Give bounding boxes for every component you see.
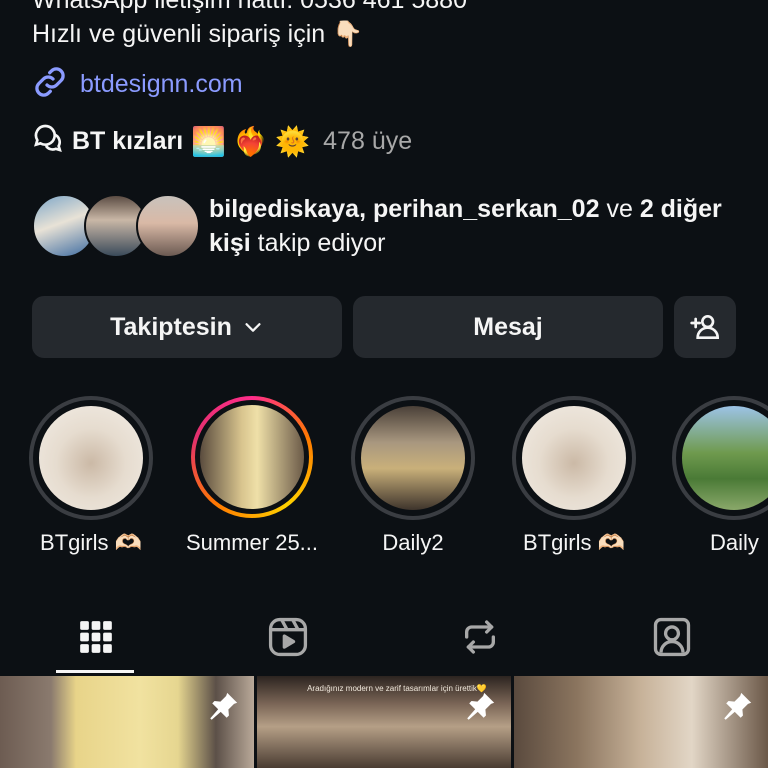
active-tab-indicator <box>56 670 134 673</box>
profile-tabs <box>0 600 768 674</box>
followed-by-text[interactable]: bilgediskaya, perihan_serkan_02 ve 2 diğ… <box>209 192 739 260</box>
highlight-label: BTgirls 🫶🏻 <box>40 530 142 555</box>
grid-icon <box>77 618 115 656</box>
sun-emoji: 🌞 <box>275 125 311 157</box>
channel-members: 478 üye <box>323 127 413 155</box>
grid-post[interactable] <box>0 676 254 768</box>
chevron-down-icon <box>242 316 264 338</box>
bio-whatsapp-line: WhatsApp iletişim hattı: 0536 461 5880 <box>32 0 467 14</box>
highlight-item[interactable]: BTgirls 🫶🏻 <box>28 396 154 555</box>
sunset-emoji: 🌅 <box>191 125 227 157</box>
add-person-button[interactable] <box>674 296 736 358</box>
highlight-cover <box>356 401 470 515</box>
grid-post[interactable]: Aradığınız modern ve zarif tasarımlar iç… <box>257 676 511 768</box>
tagged-person-icon <box>650 615 694 659</box>
mutual-followers-avatars[interactable] <box>32 194 200 258</box>
pin-icon <box>206 690 240 729</box>
highlight-cover <box>34 401 148 515</box>
highlight-item[interactable]: Summer 25... <box>186 396 318 555</box>
following-button[interactable]: Takiptesin <box>32 296 342 358</box>
highlight-cover <box>195 400 309 514</box>
highlight-label: Daily <box>710 530 759 555</box>
highlight-item[interactable]: BTgirls 🫶🏻 <box>511 396 637 555</box>
highlight-item[interactable]: Daily2 <box>350 396 476 555</box>
highlight-cover <box>517 401 631 515</box>
reels-icon <box>266 615 310 659</box>
tab-reels[interactable] <box>192 600 384 674</box>
pin-icon <box>463 690 497 729</box>
highlight-ring <box>191 396 313 518</box>
highlight-ring <box>672 396 768 520</box>
add-person-icon <box>689 311 721 343</box>
followed-users[interactable]: bilgediskaya, perihan_serkan_02 <box>209 195 600 223</box>
link-text[interactable]: btdesignn.com <box>80 70 243 99</box>
tab-tagged[interactable] <box>576 600 768 674</box>
highlight-label: Summer 25... <box>185 530 319 555</box>
message-button[interactable]: Mesaj <box>353 296 663 358</box>
broadcast-channel[interactable]: BT kızları 🌅 ❤️‍🔥 🌞 478 üye <box>32 122 412 161</box>
tab-grid[interactable] <box>0 600 192 674</box>
pin-icon <box>720 690 754 729</box>
following-label: Takiptesin <box>110 312 232 341</box>
highlight-ring <box>351 396 475 520</box>
grid-post[interactable] <box>514 676 768 768</box>
highlight-item[interactable]: Daily <box>672 396 768 555</box>
avatar <box>136 194 200 258</box>
highlight-cover <box>677 401 768 515</box>
highlight-label: Daily2 <box>382 530 444 555</box>
followed-suffix: takip ediyor <box>257 229 386 257</box>
heart-fire-emoji: ❤️‍🔥 <box>233 125 269 157</box>
bio-order-line: Hızlı ve güvenli sipariş için 👇🏻 <box>32 20 364 48</box>
channel-name[interactable]: BT kızları <box>72 127 183 156</box>
followed-connector: ve <box>606 195 633 223</box>
highlight-label: BTgirls 🫶🏻 <box>523 530 625 555</box>
message-label: Mesaj <box>473 312 543 341</box>
repost-icon <box>460 617 500 657</box>
highlight-ring <box>29 396 153 520</box>
channel-icon <box>32 122 64 161</box>
link-icon <box>32 64 68 105</box>
highlight-ring <box>512 396 636 520</box>
tab-reposts[interactable] <box>384 600 576 674</box>
bio-link[interactable]: btdesignn.com <box>32 64 243 105</box>
